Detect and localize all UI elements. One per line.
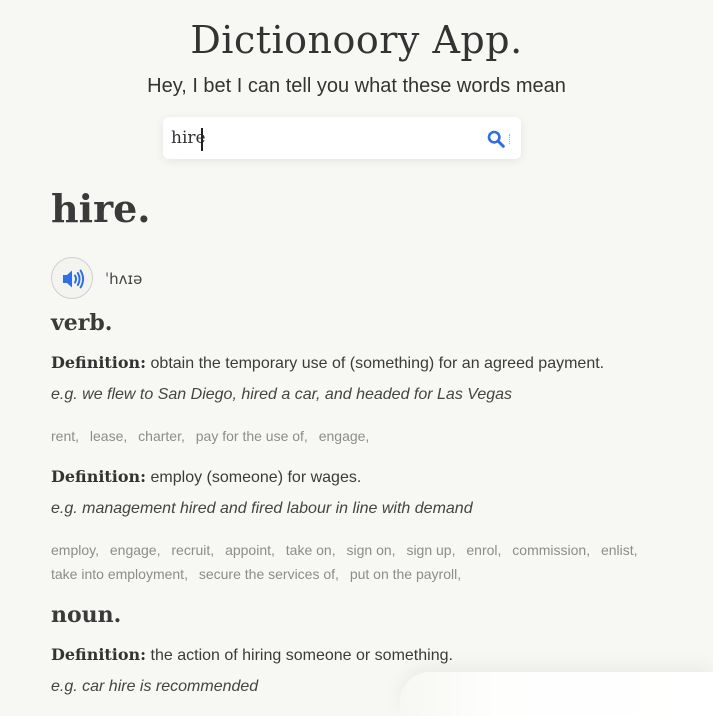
synonym[interactable]: rent, (51, 424, 79, 448)
bottom-overlay (400, 672, 713, 716)
synonym[interactable]: commission, (512, 538, 590, 562)
definition: Definition: obtain the temporary use of … (51, 353, 691, 373)
usage-example: e.g. car hire is recommended (51, 678, 259, 695)
synonym[interactable]: engage, (319, 424, 370, 448)
search-box-edge (509, 134, 512, 144)
synonym[interactable]: enrol, (466, 538, 501, 562)
synonym[interactable]: charter, (138, 424, 185, 448)
definition: Definition: the action of hiring someone… (51, 645, 691, 665)
synonym[interactable]: secure the services of, (199, 562, 339, 586)
speaker-icon (63, 269, 85, 289)
synonym[interactable]: recruit, (171, 538, 214, 562)
app-tagline: Hey, I bet I can tell you what these wor… (147, 75, 566, 97)
synonym[interactable]: pay for the use of, (196, 424, 308, 448)
synonym-list: employ, engage, recruit, appoint, take o… (51, 538, 671, 586)
definition-text: the action of hiring someone or somethin… (150, 647, 453, 664)
search-input[interactable] (171, 125, 471, 151)
phonetic-text: ˈhʌɪə (105, 270, 143, 288)
word-heading: hire. (51, 186, 151, 231)
play-pronunciation-button[interactable] (51, 257, 93, 299)
synonym[interactable]: take on, (286, 538, 336, 562)
synonym[interactable]: sign up, (406, 538, 455, 562)
synonym[interactable]: take into employment, (51, 562, 188, 586)
definition-text: obtain the temporary use of (something) … (150, 355, 605, 372)
definition-label: Definition: (51, 353, 147, 372)
usage-example: e.g. management hired and fired labour i… (51, 500, 473, 517)
synonym-list: rent, lease, charter, pay for the use of… (51, 424, 671, 448)
synonym[interactable]: sign on, (347, 538, 396, 562)
synonym[interactable]: employ, (51, 538, 99, 562)
part-of-speech-noun: noun. (51, 602, 122, 628)
synonym[interactable]: put on the payroll, (350, 562, 461, 586)
text-cursor (201, 128, 203, 151)
synonym[interactable]: lease, (90, 424, 127, 448)
synonym[interactable]: enlist, (601, 538, 638, 562)
part-of-speech-verb: verb. (51, 310, 113, 336)
definition: Definition: employ (someone) for wages. (51, 467, 691, 487)
definition-label: Definition: (51, 645, 147, 664)
synonym[interactable]: engage, (110, 538, 161, 562)
synonym[interactable]: appoint, (225, 538, 275, 562)
search-icon[interactable] (487, 130, 505, 148)
definition-label: Definition: (51, 467, 147, 486)
search-box[interactable] (163, 117, 521, 159)
definition-text: employ (someone) for wages. (150, 469, 362, 486)
usage-example: e.g. we flew to San Diego, hired a car, … (51, 386, 513, 403)
app-title: Dictionoory App. (190, 18, 523, 62)
